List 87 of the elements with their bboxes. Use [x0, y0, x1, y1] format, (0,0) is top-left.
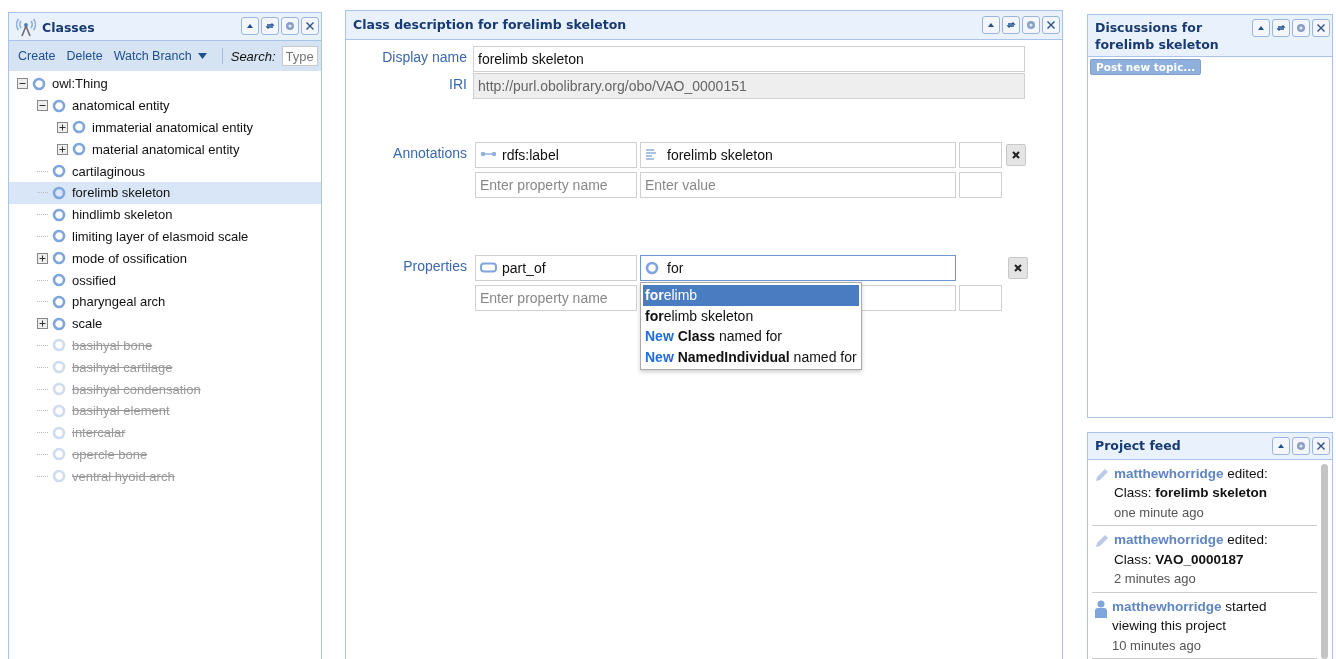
person-icon	[1094, 599, 1108, 618]
class-icon	[52, 294, 66, 309]
expand-toggle-icon[interactable]	[37, 252, 48, 264]
expand-toggle-icon[interactable]	[37, 318, 48, 330]
expand-toggle-icon[interactable]	[57, 122, 68, 133]
tree-item[interactable]: mode of ossification	[9, 247, 321, 270]
timestamp: 10 minutes ago	[1112, 636, 1202, 655]
close-icon	[1012, 151, 1020, 159]
tree-item[interactable]: ossified	[9, 269, 321, 291]
suggestion-item[interactable]: New NamedIndividual named for	[643, 346, 859, 367]
toolbar-button[interactable]: Watch Branch	[113, 49, 207, 63]
suggestion-item[interactable]: New Class named for	[643, 326, 859, 347]
class-icon	[52, 382, 66, 397]
toolbar-button[interactable]: Create	[18, 49, 56, 63]
pencil-icon	[1094, 466, 1110, 483]
feed-detail: Class: forelimb skeleton	[1114, 484, 1268, 502]
delete-button[interactable]	[1006, 144, 1026, 166]
tree-item[interactable]: cartilaginous	[9, 160, 321, 182]
class-icon	[72, 142, 86, 157]
language-field[interactable]	[959, 172, 1002, 198]
user-link[interactable]: matthewhorridge	[1114, 465, 1224, 481]
class-icon	[52, 338, 66, 353]
property-field[interactable]: rdfs:label	[475, 142, 637, 168]
collapse-toggle-icon[interactable]	[17, 78, 28, 90]
class-icon	[52, 469, 66, 484]
value-field[interactable]: for	[640, 255, 956, 281]
value-field[interactable]: Enter value	[640, 172, 956, 198]
tree-item[interactable]: pharyngeal arch	[9, 290, 321, 313]
tree-item[interactable]: forelimb skeleton	[9, 182, 321, 204]
tree-item[interactable]: material anatomical entity	[9, 138, 321, 161]
class-icon	[52, 185, 66, 200]
property-field[interactable]: Enter property name	[475, 172, 637, 198]
antenna-icon	[16, 17, 36, 37]
class-icon	[52, 229, 66, 244]
suggestion-item[interactable]: forelimb	[643, 285, 859, 306]
user-link[interactable]: matthewhorridge	[1112, 598, 1222, 614]
close-icon	[1014, 264, 1022, 272]
language-field[interactable]	[959, 285, 1002, 311]
collapse-toggle-icon[interactable]	[37, 100, 48, 112]
timestamp: 2 minutes ago	[1114, 570, 1197, 588]
class-icon	[72, 120, 86, 135]
class-icon	[52, 403, 66, 418]
timestamp: one minute ago	[1114, 503, 1205, 522]
panel-title: Classes	[42, 18, 95, 36]
class-icon	[32, 76, 46, 91]
user-link[interactable]: matthewhorridge	[1114, 532, 1224, 547]
expand-toggle-icon[interactable]	[57, 143, 68, 155]
class-icon	[52, 164, 66, 179]
tree-item[interactable]: owl:Thing	[9, 73, 321, 95]
class-icon	[52, 447, 66, 462]
dropdown-icon	[197, 53, 207, 59]
field-label: Display name	[381, 48, 468, 66]
tree-item[interactable]: scale	[9, 312, 321, 335]
pencil-icon	[1094, 533, 1110, 549]
display-name-field[interactable]: forelimb skeleton	[473, 46, 1025, 72]
tree-item[interactable]: limiting layer of elasmoid scale	[9, 225, 321, 248]
search-field[interactable]: Type	[281, 46, 318, 66]
suggestion-item[interactable]: forelimb skeleton	[643, 305, 859, 326]
panel-title: Discussions for forelimb skeleton	[1095, 19, 1220, 53]
property-field[interactable]: Enter property name	[475, 285, 637, 311]
tree-item[interactable]: immaterial anatomical entity	[9, 116, 321, 139]
field-label: IRI	[448, 75, 468, 93]
field-label: Annotations	[392, 144, 468, 162]
iri-field[interactable]: http://purl.obolibrary.org/obo/VAO_0000151	[473, 73, 1025, 99]
feed-message: matthewhorridge edited:	[1114, 464, 1268, 483]
class-icon	[52, 98, 66, 113]
feed-message: matthewhorridge started viewing this project	[1112, 597, 1268, 635]
panel-title: Project feed	[1095, 436, 1181, 454]
class-icon	[52, 360, 66, 375]
value-field[interactable]: forelimb skeleton	[640, 142, 956, 168]
class-icon	[52, 316, 66, 331]
delete-button[interactable]	[1008, 257, 1028, 279]
tree-item[interactable]: anatomical entity	[9, 94, 321, 117]
field-label: Properties	[402, 257, 468, 275]
toolbar-button[interactable]: Delete	[66, 49, 103, 63]
search-label: Search:	[230, 48, 276, 64]
panel-title: Class description for forelimb skeleton	[353, 16, 627, 33]
feed-detail: Class: VAO_0000187	[1114, 550, 1245, 569]
scrollbar[interactable]	[1321, 463, 1328, 659]
tree-item[interactable]: hindlimb skeleton	[9, 203, 321, 226]
class-icon	[52, 251, 66, 266]
property-field[interactable]: part_of	[475, 255, 637, 281]
language-field[interactable]	[959, 142, 1002, 168]
feed-message: matthewhorridge edited:	[1114, 531, 1268, 549]
class-icon	[52, 425, 66, 440]
class-icon	[52, 207, 66, 222]
class-icon	[52, 273, 66, 288]
